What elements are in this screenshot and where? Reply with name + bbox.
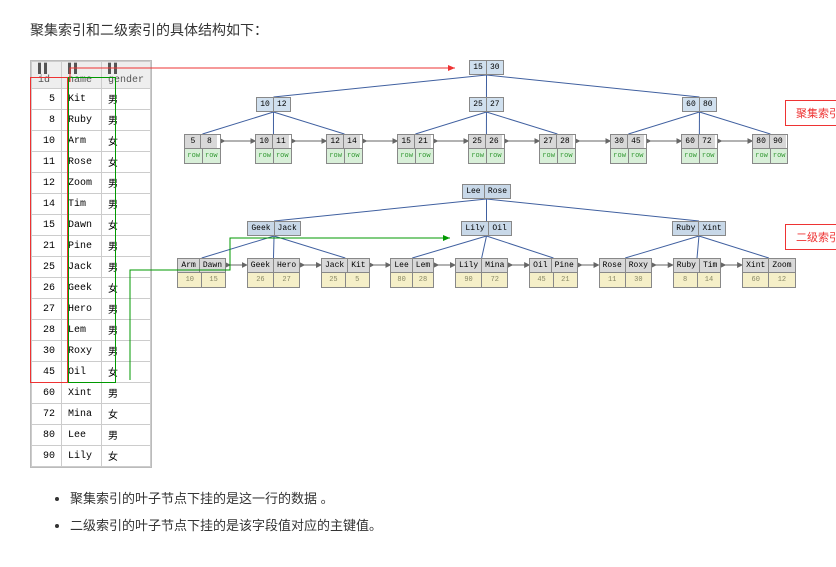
table-row: 5Kit男: [32, 89, 151, 110]
bullet-item: 二级索引的叶子节点下挂的是该字段值对应的主键值。: [70, 515, 806, 534]
table-row: 15Dawn女: [32, 215, 151, 236]
clustered-index-tree: 1530 1012 2527 6080 58rowrow 1011rowrow 1214…: [167, 60, 806, 164]
leaf-node: 8090rowrow: [752, 134, 788, 164]
root-node: 1530: [469, 60, 504, 75]
table-row: 45Oil女: [32, 362, 151, 383]
leaf-node: JackKit255: [321, 258, 370, 288]
leaf-node: 1011rowrow: [255, 134, 291, 164]
table-row: 80Lee男: [32, 425, 151, 446]
internal-node: 6080: [682, 97, 717, 112]
table-row: 26Geek女: [32, 278, 151, 299]
leaf-node: 58rowrow: [184, 134, 220, 164]
table-row: 10Arm女: [32, 131, 151, 152]
table-row: 27Hero男: [32, 299, 151, 320]
leaf-node: 2728rowrow: [539, 134, 575, 164]
leaf-node: LeeLem8028: [390, 258, 434, 288]
leaf-node: RubyTim814: [673, 258, 722, 288]
leaf-node: OilPine4521: [529, 258, 578, 288]
table-row: 21Pine男: [32, 236, 151, 257]
leaf-node: ArmDawn1015: [177, 258, 226, 288]
table-row: 11Rose女: [32, 152, 151, 173]
table-row: 14Tim男: [32, 194, 151, 215]
internal-node: GeekJack: [247, 221, 300, 236]
root-node: LeeRose: [462, 184, 511, 199]
col-name: ▌▌ name: [62, 62, 102, 89]
leaf-node: LilyMina9072: [455, 258, 508, 288]
secondary-index-tree: LeeRose GeekJack LilyOil RubyXint ArmDawn1…: [167, 184, 806, 288]
leaf-node: RoseRoxy1130: [599, 258, 652, 288]
page-title: 聚集索引和二级索引的具体结构如下：: [30, 20, 806, 40]
internal-node: LilyOil: [461, 221, 511, 236]
table-row: 60Xint男: [32, 383, 151, 404]
col-gender: ▌▌ gender: [102, 62, 151, 89]
table-row: 72Mina女: [32, 404, 151, 425]
table-row: 12Zoom男: [32, 173, 151, 194]
leaf-node: 2526rowrow: [468, 134, 504, 164]
table-row: 25Jack男: [32, 257, 151, 278]
leaf-node: 3045rowrow: [610, 134, 646, 164]
table-row: 28Lem男: [32, 320, 151, 341]
leaf-node: 1214rowrow: [326, 134, 362, 164]
data-table: ▌▌ id ▌▌ name ▌▌ gender 5Kit男8Ruby男10Arm…: [30, 60, 152, 468]
internal-node: 1012: [256, 97, 291, 112]
bullet-list: 聚集索引的叶子节点下挂的是这一行的数据 。 二级索引的叶子节点下挂的是该字段值对…: [30, 488, 806, 534]
bullet-item: 聚集索引的叶子节点下挂的是这一行的数据 。: [70, 488, 806, 507]
leaf-node: XintZoom6012: [742, 258, 795, 288]
internal-node: 2527: [469, 97, 504, 112]
leaf-node: 1521rowrow: [397, 134, 433, 164]
internal-node: RubyXint: [672, 221, 725, 236]
leaf-node: GeekHero2627: [247, 258, 300, 288]
col-id: ▌▌ id: [32, 62, 62, 89]
table-row: 30Roxy男: [32, 341, 151, 362]
table-row: 90Lily女: [32, 446, 151, 467]
leaf-node: 6072rowrow: [681, 134, 717, 164]
table-row: 8Ruby男: [32, 110, 151, 131]
